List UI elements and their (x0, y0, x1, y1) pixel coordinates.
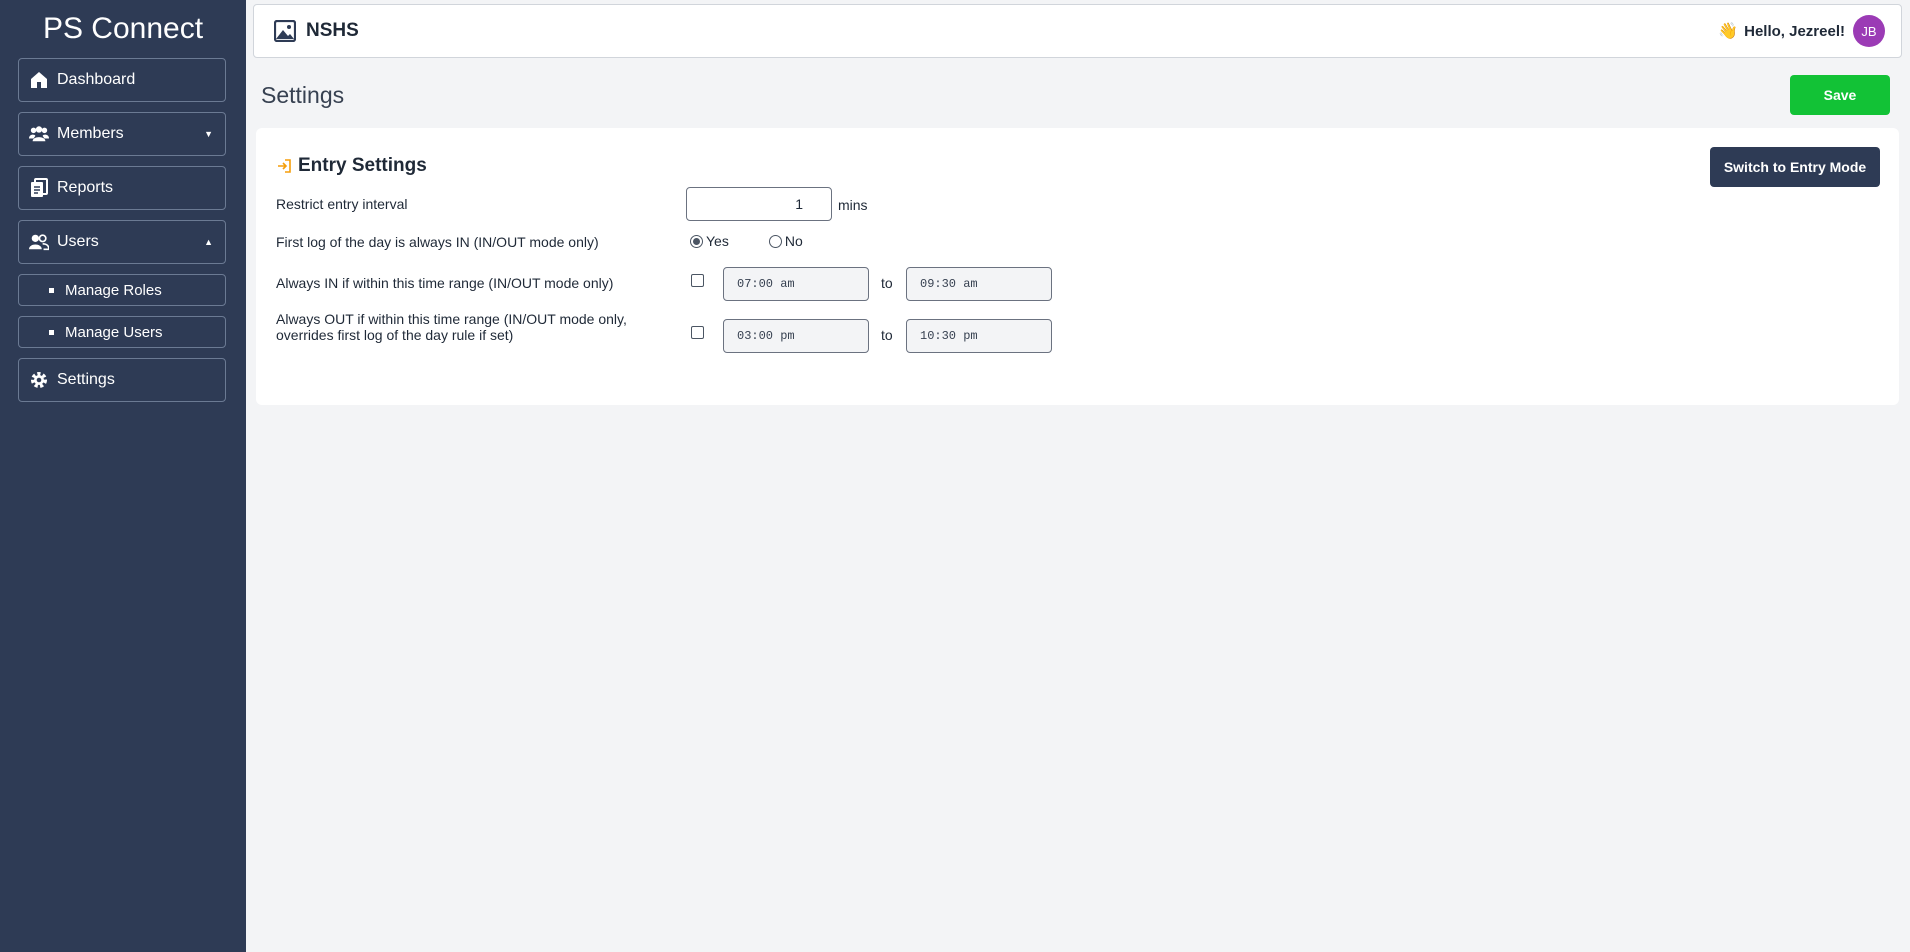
sidebar-subitem-manage-users[interactable]: Manage Users (18, 316, 226, 348)
restrict-interval-input[interactable]: 1 (686, 187, 832, 221)
sidebar-item-label: Reports (57, 179, 114, 196)
image-icon (273, 19, 297, 43)
sidebar-item-settings[interactable]: Settings (18, 358, 226, 402)
sidebar: PS Connect Dashboard Members ▼ Reports U (0, 0, 246, 952)
always-in-from-time[interactable]: 07:00 am (723, 267, 869, 301)
greeting-text: Hello, Jezreel! (1744, 22, 1845, 40)
first-log-label: First log of the day is always IN (IN/OU… (276, 234, 599, 250)
sidebar-subitem-manage-roles[interactable]: Manage Roles (18, 274, 226, 306)
bullet-icon (49, 287, 54, 293)
chevron-down-icon: ▼ (204, 129, 213, 139)
sidebar-subitem-label: Manage Roles (65, 281, 162, 299)
sidebar-subitem-label: Manage Users (65, 323, 163, 341)
switch-to-entry-mode-button[interactable]: Switch to Entry Mode (1710, 147, 1880, 187)
page-title: Settings (261, 82, 345, 108)
bullet-icon (49, 329, 54, 335)
sidebar-item-label: Dashboard (57, 71, 136, 88)
first-log-yes-label: Yes (706, 233, 729, 249)
always-in-label: Always IN if within this time range (IN/… (276, 275, 614, 291)
always-out-to-time[interactable]: 10:30 pm (906, 319, 1052, 353)
gear-icon (29, 370, 49, 390)
always-out-from-time[interactable]: 03:00 pm (723, 319, 869, 353)
users-icon (29, 232, 49, 252)
entry-settings-card: Entry Settings Switch to Entry Mode Rest… (256, 128, 1899, 405)
sidebar-nav: Dashboard Members ▼ Reports Users ▲ Mana… (18, 58, 226, 412)
first-log-yes-radio[interactable] (690, 234, 703, 248)
top-header: NSHS 👋 Hello, Jezreel! JB (253, 4, 1902, 58)
user-greeting: 👋 Hello, Jezreel! (1718, 21, 1845, 41)
org-name: NSHS (306, 20, 359, 41)
entry-settings-heading: Entry Settings (276, 155, 427, 177)
first-log-no-radio[interactable] (768, 234, 782, 248)
restrict-interval-label: Restrict entry interval (276, 196, 408, 212)
always-out-label-line2: overrides first log of the day rule if s… (276, 327, 514, 343)
sidebar-item-label: Settings (57, 371, 115, 388)
home-icon (29, 70, 49, 90)
sidebar-item-label: Members (57, 125, 124, 142)
sidebar-item-users[interactable]: Users ▲ (18, 220, 226, 264)
always-in-checkbox[interactable] (691, 274, 704, 287)
sidebar-item-reports[interactable]: Reports (18, 166, 226, 210)
app-title: PS Connect (42, 12, 204, 45)
wave-icon: 👋 (1718, 23, 1739, 40)
sidebar-item-dashboard[interactable]: Dashboard (18, 58, 226, 102)
save-button[interactable]: Save (1790, 75, 1890, 115)
sign-in-icon (276, 158, 292, 174)
always-out-label: Always OUT if within this time range (IN… (276, 311, 627, 343)
entry-settings-title: Entry Settings (298, 155, 427, 176)
chevron-up-icon: ▲ (204, 237, 213, 247)
sidebar-item-members[interactable]: Members ▼ (18, 112, 226, 156)
first-log-radio-group: Yes No (690, 233, 803, 249)
avatar[interactable]: JB (1853, 15, 1885, 47)
always-in-to-time[interactable]: 09:30 am (906, 267, 1052, 301)
restrict-interval-unit: mins (838, 197, 868, 213)
always-out-to-label: to (881, 327, 893, 343)
always-out-label-line1: Always OUT if within this time range (IN… (276, 311, 627, 327)
sidebar-item-label: Users (57, 233, 99, 250)
always-out-checkbox[interactable] (691, 326, 704, 339)
first-log-no-label: No (784, 233, 803, 249)
always-in-to-label: to (881, 275, 893, 291)
members-icon (29, 124, 49, 144)
reports-icon (29, 178, 49, 198)
